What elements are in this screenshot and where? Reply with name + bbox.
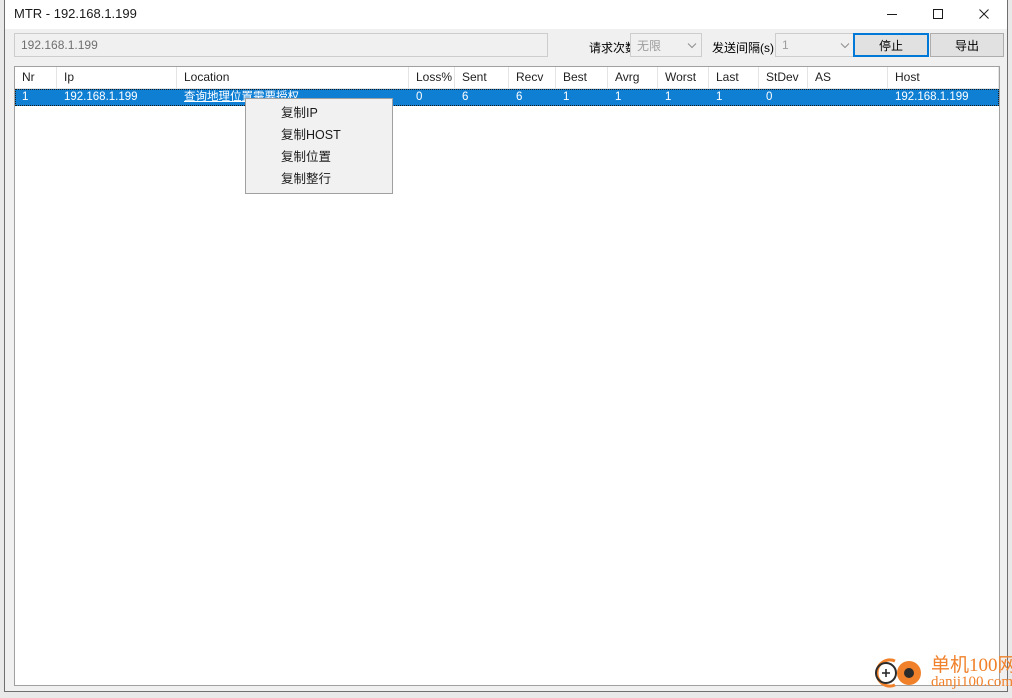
column-header-as[interactable]: AS bbox=[808, 67, 888, 88]
cell-ip: 192.168.1.199 bbox=[64, 91, 138, 103]
export-button[interactable]: 导出 bbox=[930, 33, 1004, 57]
cell-host: 192.168.1.199 bbox=[895, 91, 969, 103]
cell-last: 1 bbox=[716, 91, 723, 103]
minimize-button[interactable] bbox=[869, 0, 915, 28]
send-interval-select[interactable]: 1 bbox=[775, 33, 855, 57]
cell-avrg: 1 bbox=[615, 91, 622, 103]
stop-button[interactable]: 停止 bbox=[853, 33, 929, 57]
target-address-input[interactable] bbox=[14, 33, 548, 57]
cell-stdev: 0 bbox=[766, 91, 773, 103]
request-count-value: 无限 bbox=[637, 38, 662, 53]
context-menu-item-4[interactable]: 复制整行 bbox=[246, 168, 392, 190]
column-header-worst[interactable]: Worst bbox=[658, 67, 709, 88]
table-body: 1 192.168.1.199 查询地理位置需要授权 0 6 6 1 1 1 1 0 192.168.… bbox=[15, 89, 999, 106]
watermark-logo-icon bbox=[875, 658, 921, 688]
minimize-icon bbox=[887, 14, 897, 15]
request-count-select[interactable]: 无限 bbox=[630, 33, 702, 57]
cell-sent: 6 bbox=[462, 91, 469, 103]
window-controls bbox=[869, 0, 1007, 28]
maximize-button[interactable] bbox=[915, 0, 961, 28]
trace-results-table: Nr Ip Location Loss% Sent Recv Best Avrg Worst La… bbox=[14, 66, 1000, 686]
cell-nr: 1 bbox=[22, 91, 29, 103]
column-header-host[interactable]: Host bbox=[888, 67, 999, 88]
title-bar: MTR - 192.168.1.199 bbox=[5, 0, 1007, 29]
column-header-avrg[interactable]: Avrg bbox=[608, 67, 658, 88]
chevron-down-icon bbox=[683, 42, 701, 49]
column-header-best[interactable]: Best bbox=[556, 67, 608, 88]
watermark-line2: danji100.com bbox=[931, 674, 1012, 690]
column-header-loc[interactable]: Location bbox=[177, 67, 409, 88]
chevron-down-icon bbox=[836, 42, 854, 49]
column-header-ip[interactable]: Ip bbox=[57, 67, 177, 88]
column-header-stdev[interactable]: StDev bbox=[759, 67, 808, 88]
mtr-window: MTR - 192.168.1.199 请求次数: bbox=[4, 0, 1012, 692]
cell-as bbox=[808, 89, 888, 106]
send-interval-value: 1 bbox=[782, 38, 789, 52]
watermark: 单机100网 danji100.com bbox=[871, 650, 1012, 696]
window-title: MTR - 192.168.1.199 bbox=[14, 6, 137, 21]
column-header-last[interactable]: Last bbox=[709, 67, 759, 88]
table-row[interactable]: 1 192.168.1.199 查询地理位置需要授权 0 6 6 1 1 1 1 0 192.168.… bbox=[15, 89, 999, 106]
maximize-icon bbox=[933, 9, 943, 19]
context-menu-item-2[interactable]: 复制HOST bbox=[246, 124, 392, 146]
cell-recv: 6 bbox=[516, 91, 523, 103]
close-icon bbox=[979, 9, 989, 19]
cell-best: 1 bbox=[563, 91, 570, 103]
column-header-nr[interactable]: Nr bbox=[15, 67, 57, 88]
watermark-line1: 单机100网 bbox=[931, 655, 1012, 676]
close-button[interactable] bbox=[961, 0, 1007, 28]
column-header-sent[interactable]: Sent bbox=[455, 67, 509, 88]
send-interval-label: 发送间隔(s): bbox=[712, 41, 778, 55]
table-header-row: Nr Ip Location Loss% Sent Recv Best Avrg Worst La… bbox=[15, 67, 999, 89]
toolbar: 请求次数: 无限 发送间隔(s): 1 停止 导出 bbox=[5, 29, 1007, 63]
context-menu-item-3[interactable]: 复制位置 bbox=[246, 146, 392, 168]
context-menu-item-1[interactable]: 复制IP bbox=[246, 102, 392, 124]
cell-worst: 1 bbox=[665, 91, 672, 103]
column-header-recv[interactable]: Recv bbox=[509, 67, 556, 88]
context-menu: 复制IP 复制HOST 复制位置 复制整行 bbox=[245, 98, 393, 194]
column-header-loss[interactable]: Loss% bbox=[409, 67, 455, 88]
cell-loss: 0 bbox=[416, 91, 423, 103]
